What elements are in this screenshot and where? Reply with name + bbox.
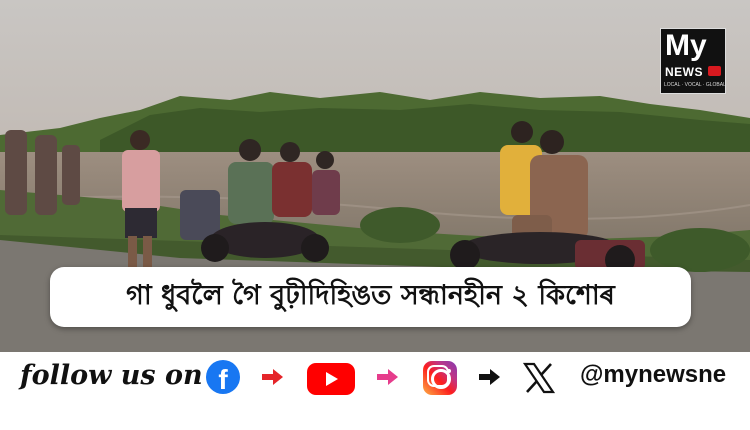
news-thumbnail: My NEWS LOCAL · VOCAL · GLOBAL গা ধুবলৈ … — [0, 0, 750, 430]
logo-live-badge — [708, 66, 721, 76]
logo-my-text: My — [665, 29, 707, 62]
arrow-right-icon — [262, 369, 283, 385]
headline-banner: গা ধুবলৈ গৈ বুঢ়ীদিহিঙত সন্ধানহীন ২ কিশো… — [50, 267, 691, 327]
logo-tagline: LOCAL · VOCAL · GLOBAL — [664, 82, 726, 88]
arrow-right-icon — [479, 369, 500, 385]
instagram-icon[interactable] — [423, 361, 457, 395]
arrow-right-icon — [377, 369, 398, 385]
mynews-logo: My NEWS LOCAL · VOCAL · GLOBAL — [660, 28, 726, 94]
social-handle: @mynewsne — [580, 361, 727, 388]
youtube-icon[interactable] — [307, 363, 355, 395]
facebook-icon[interactable]: f — [206, 360, 240, 394]
follow-us-label: follow us on — [20, 360, 203, 391]
headline-text: গা ধুবলৈ গৈ বুঢ়ীদিহিঙত সন্ধানহীন ২ কিশো… — [126, 279, 615, 311]
logo-news-text: NEWS — [665, 65, 703, 79]
x-icon[interactable] — [522, 361, 556, 395]
